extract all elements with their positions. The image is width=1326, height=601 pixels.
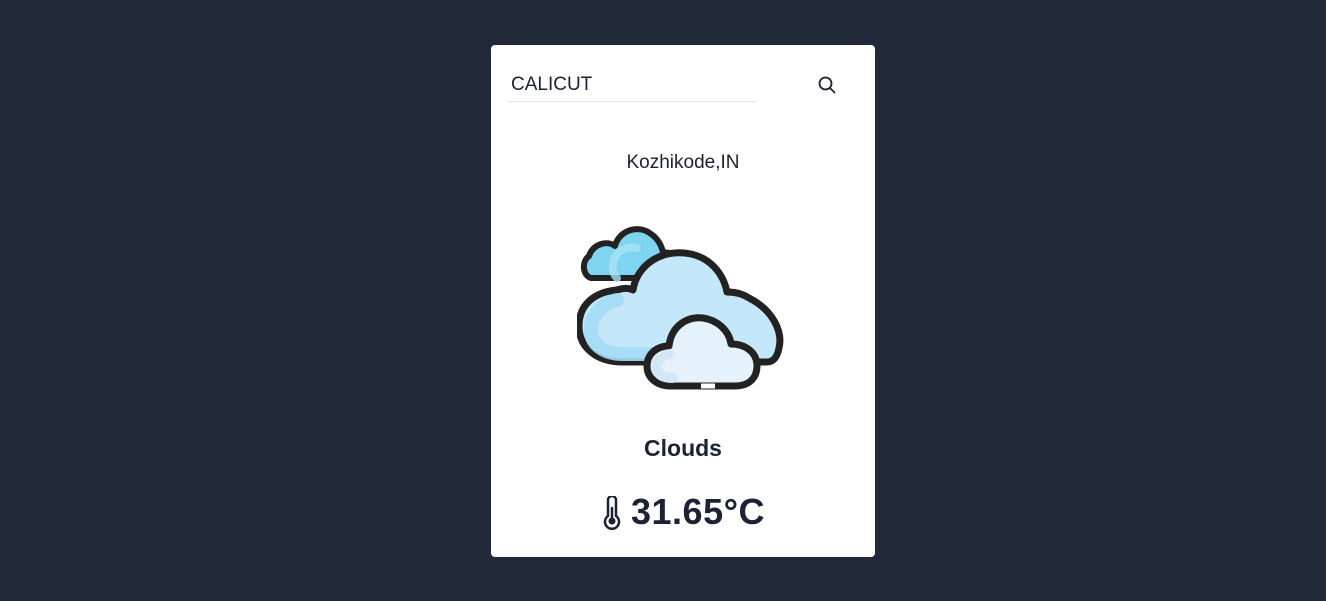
search-input[interactable] xyxy=(507,69,757,102)
search-button[interactable] xyxy=(815,73,839,97)
weather-card: Kozhikode,IN Clouds 31.65°C xyxy=(491,45,875,557)
search-bar xyxy=(507,69,859,109)
thermometer-icon xyxy=(603,496,621,530)
weather-condition: Clouds xyxy=(644,435,722,461)
temperature-value: 31.65°C xyxy=(631,491,765,532)
search-icon xyxy=(818,76,836,94)
location-label: Kozhikode,IN xyxy=(626,152,740,173)
temperature-row: 31.65°C xyxy=(491,488,875,536)
clouds-icon xyxy=(577,226,784,390)
